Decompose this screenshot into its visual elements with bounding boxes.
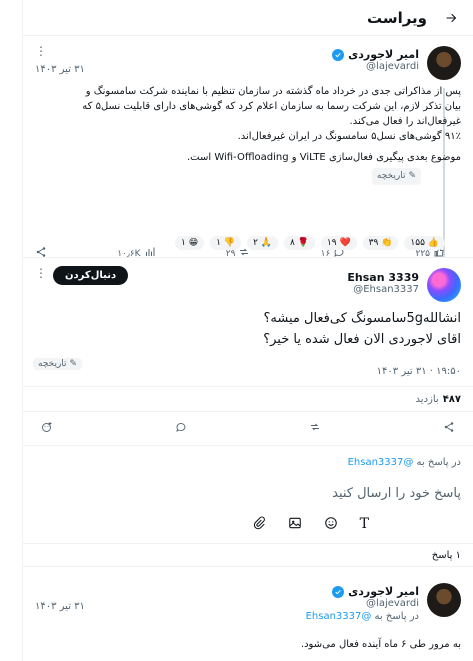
verified-badge-icon — [332, 48, 345, 61]
more-options-icon[interactable]: ⋮ — [35, 266, 47, 280]
post-focused: Ehsan 3339 @Ehsan3337 ⋮ دنبال‌کردن انشال… — [23, 262, 473, 387]
author-handle[interactable]: @Ehsan3337 — [347, 284, 419, 295]
post-line: پس از مذاکراتی جدی در خرداد ماه گذشته در… — [85, 86, 461, 97]
history-label: تاریخچه — [38, 359, 67, 369]
post-body: انشالله5gسامسونگ کی‌فعال میشه؟ اقای لاجو… — [263, 308, 461, 350]
reaction-chip[interactable]: 👍 ۱۵۵ — [404, 236, 445, 250]
pencil-icon: ✎ — [69, 359, 78, 369]
bar-chart-icon — [144, 246, 156, 261]
share-button[interactable] — [35, 246, 47, 261]
add-reaction-icon[interactable] — [41, 421, 53, 436]
post-timestamp: ۱۹:۵۰ · ۳۱ تیر ۱۴۰۳ — [376, 366, 461, 377]
divider — [23, 566, 473, 567]
post-reply: امیر لاجوردی @lajevardi در پاسخ به @Ehsa… — [23, 577, 473, 661]
replies-count: ۱ پاسخ — [431, 550, 461, 561]
reaction-chip[interactable]: 🙏 ۲ — [247, 236, 278, 250]
repost-icon[interactable] — [309, 421, 321, 436]
reaction-chip[interactable]: 😁 ۱ — [175, 236, 205, 250]
views-label: بازدید — [415, 393, 439, 405]
author-handle[interactable]: @lajevardi — [332, 61, 419, 72]
views-count: ۱۰٫۶K — [117, 248, 141, 259]
reply-count: ۱۶ — [320, 248, 331, 259]
post-line: بیان تذکر لازم، این شرکت رسما به سازمان … — [82, 101, 461, 112]
post-date: ۳۱ تیر ۱۴۰۳ — [35, 64, 85, 75]
history-label: تاریخچه — [376, 171, 406, 181]
views-count: ۴۸۷ — [442, 393, 461, 405]
reply-input[interactable]: پاسخ خود را ارسال کنید — [332, 486, 461, 501]
reply-to-prefix: در پاسخ به — [416, 457, 461, 468]
avatar[interactable] — [427, 46, 461, 80]
text-format-icon[interactable]: T — [360, 516, 369, 534]
emoji-icon[interactable] — [324, 516, 338, 534]
avatar[interactable] — [427, 583, 461, 617]
post-line: اقای لاجوردی الان فعال شده یا خیر؟ — [263, 332, 461, 347]
page-title: ویراست — [366, 8, 427, 27]
history-button[interactable]: ✎ تاریخچه — [371, 168, 421, 185]
reaction-chip[interactable]: 🌹 ۸ — [283, 236, 315, 250]
attachment-icon[interactable] — [252, 516, 266, 534]
follow-button[interactable]: دنبال‌کردن — [53, 266, 129, 285]
share-icon[interactable] — [443, 421, 455, 436]
history-button[interactable]: ✎ تاریخچه — [33, 358, 83, 370]
thread-panel: ویراست امیر لاجوردی @lajevardi ⋮ ۳۱ تیر … — [22, 0, 473, 661]
post-line: موضوع بعدی پیگیری فعال‌سازی ViLTE و Wifi… — [186, 152, 461, 163]
post-line: انشالله5gسامسونگ کی‌فعال میشه؟ — [263, 311, 461, 326]
reactions-row: 👍 ۱۵۵ 👏 ۳۹ ❤️ ۱۹ 🌹 ۸ 🙏 ۲ 👎 ۱ 😁 ۱ — [175, 236, 445, 250]
views-stat: ۱۰٫۶K — [117, 246, 155, 261]
post-body: پس از مذاکراتی جدی در خرداد ماه گذشته در… — [35, 84, 461, 185]
post-line: ۹۱٪ گوشی‌های نسل۵ سامسونگ در ایران غیر‌ف… — [237, 131, 461, 142]
views-row: ۴۸۷ بازدید — [23, 387, 473, 412]
avatar[interactable] — [427, 268, 461, 302]
post-main: امیر لاجوردی @lajevardi ⋮ ۳۱ تیر ۱۴۰۳ پس… — [23, 36, 473, 261]
reaction-chip[interactable]: 👏 ۳۹ — [362, 236, 399, 250]
reply-to-prefix: در پاسخ به — [374, 611, 419, 622]
reaction-chip[interactable]: ❤️ ۱۹ — [320, 236, 357, 250]
repost-count: ۲۹ — [225, 248, 236, 259]
post-actions — [23, 412, 473, 446]
post-date: ۳۱ تیر ۱۴۰۳ — [35, 601, 85, 612]
author-name[interactable]: امیر لاجوردی — [348, 585, 419, 598]
author-name[interactable]: Ehsan 3339 — [347, 271, 419, 284]
comment-icon[interactable] — [175, 421, 187, 436]
pencil-icon: ✎ — [408, 171, 416, 181]
reply-to-handle[interactable]: @Ehsan3337 — [348, 457, 414, 468]
page-header: ویراست — [23, 0, 473, 36]
reply-to-handle[interactable]: @Ehsan3337 — [306, 611, 372, 622]
reaction-chip[interactable]: 👎 ۱ — [210, 236, 242, 250]
author-name[interactable]: امیر لاجوردی — [348, 48, 419, 61]
share-icon — [35, 246, 47, 261]
like-count: ۲۲۵ — [415, 248, 430, 259]
back-arrow-icon[interactable] — [441, 8, 461, 28]
verified-badge-icon — [332, 585, 345, 598]
post-line: غیر‌فعال‌اند را فعال می‌کند. — [349, 116, 461, 127]
gallery-icon[interactable] — [288, 516, 302, 534]
reply-composer: در پاسخ به @Ehsan3337 پاسخ خود را ارسال … — [23, 446, 473, 544]
composer-toolbar: T — [252, 516, 369, 534]
post-body: به مرور طی ۶ ماه آینده فعال می‌شود. — [300, 639, 461, 650]
more-options-icon[interactable]: ⋮ — [35, 44, 47, 58]
author-handle[interactable]: @lajevardi — [306, 598, 419, 609]
